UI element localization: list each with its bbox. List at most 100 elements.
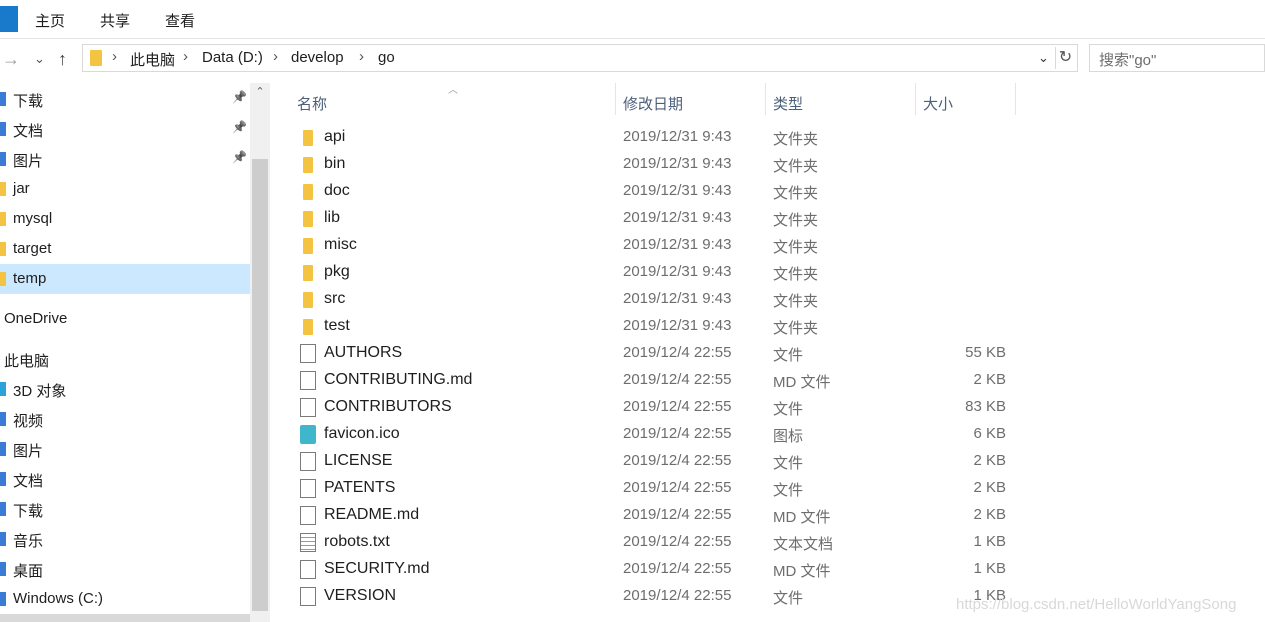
address-bar[interactable]: › 此电脑 › Data (D:) › develop › go ⌄ ↻ bbox=[82, 44, 1078, 72]
file-name: AUTHORS bbox=[324, 344, 403, 361]
sidebar-item-label: 图片 bbox=[13, 443, 44, 460]
sidebar-item[interactable]: 视频 bbox=[0, 404, 250, 434]
sidebar-item[interactable]: 3D 对象 bbox=[0, 374, 250, 404]
file-date: 2019/12/4 22:55 bbox=[623, 587, 732, 604]
sidebar-item[interactable]: mysql bbox=[0, 204, 250, 234]
sidebar-item[interactable]: 图片 bbox=[0, 434, 250, 464]
file-type: 文件 bbox=[773, 401, 804, 418]
file-date: 2019/12/31 9:43 bbox=[623, 182, 732, 199]
forward-arrow-icon[interactable]: → bbox=[2, 49, 20, 70]
column-divider[interactable] bbox=[1015, 83, 1016, 115]
file-type: 文件 bbox=[773, 455, 804, 472]
tab-share[interactable]: 共享 bbox=[100, 10, 130, 31]
file-row[interactable]: README.md 2019/12/4 22:55 MD 文件 2 KB bbox=[270, 502, 1265, 529]
sidebar-item[interactable]: jar bbox=[0, 174, 250, 204]
file-row[interactable]: LICENSE 2019/12/4 22:55 文件 2 KB bbox=[270, 448, 1265, 475]
file-size: 1 KB bbox=[973, 560, 1006, 577]
tab-home[interactable]: 主页 bbox=[35, 10, 65, 31]
breadcrumb-develop[interactable]: develop bbox=[291, 49, 344, 66]
tab-view[interactable]: 查看 bbox=[165, 10, 195, 31]
file-name: SECURITY.md bbox=[324, 560, 430, 577]
breadcrumb-this-pc[interactable]: 此电脑 bbox=[130, 49, 175, 70]
file-row[interactable]: doc 2019/12/31 9:43 文件夹 bbox=[270, 178, 1265, 205]
chevron-down-icon[interactable]: ⌄ bbox=[1038, 50, 1049, 66]
sidebar-item-label: Windows (C:) bbox=[13, 590, 104, 607]
search-input[interactable]: 搜索"go" bbox=[1089, 44, 1265, 72]
sidebar-item-label: 下载 bbox=[13, 93, 44, 110]
file-row[interactable]: pkg 2019/12/31 9:43 文件夹 bbox=[270, 259, 1265, 286]
file-size: 6 KB bbox=[973, 425, 1006, 442]
scrollbar-thumb[interactable] bbox=[252, 159, 268, 611]
up-arrow-icon[interactable]: ↑ bbox=[58, 49, 67, 70]
file-row[interactable]: AUTHORS 2019/12/4 22:55 文件 55 KB bbox=[270, 340, 1265, 367]
file-row[interactable]: PATENTS 2019/12/4 22:55 文件 2 KB bbox=[270, 475, 1265, 502]
desktop-icon bbox=[0, 562, 6, 576]
sidebar-item-label: mysql bbox=[13, 210, 53, 227]
sidebar-item[interactable]: 下载 📌 bbox=[0, 84, 250, 114]
download-icon bbox=[0, 502, 6, 516]
file-type: 文本文档 bbox=[773, 536, 834, 553]
file-row[interactable]: robots.txt 2019/12/4 22:55 文本文档 1 KB bbox=[270, 529, 1265, 556]
file-name: CONTRIBUTING.md bbox=[324, 371, 473, 388]
sidebar-scrollbar[interactable]: ⌃ bbox=[250, 83, 270, 622]
sidebar-item[interactable]: OneDrive bbox=[0, 304, 250, 334]
file-row[interactable]: test 2019/12/31 9:43 文件夹 bbox=[270, 313, 1265, 340]
file-row[interactable]: bin 2019/12/31 9:43 文件夹 bbox=[270, 151, 1265, 178]
sidebar-item[interactable]: 下载 bbox=[0, 494, 250, 524]
scroll-up-icon[interactable]: ⌃ bbox=[250, 85, 270, 103]
pin-icon[interactable]: 📌 bbox=[232, 90, 247, 104]
sidebar-item[interactable]: Windows (C:) bbox=[0, 584, 250, 614]
file-row[interactable]: CONTRIBUTORS 2019/12/4 22:55 文件 83 KB bbox=[270, 394, 1265, 421]
file-row[interactable]: SECURITY.md 2019/12/4 22:55 MD 文件 1 KB bbox=[270, 556, 1265, 583]
column-header-name[interactable]: 名称 bbox=[297, 93, 327, 114]
column-divider[interactable] bbox=[765, 83, 766, 115]
file-type: MD 文件 bbox=[773, 563, 831, 580]
folder-icon bbox=[303, 265, 313, 281]
refresh-icon[interactable]: ↻ bbox=[1055, 47, 1075, 69]
file-date: 2019/12/31 9:43 bbox=[623, 128, 732, 145]
file-type: 文件夹 bbox=[773, 239, 819, 256]
sidebar-item-label: 此电脑 bbox=[4, 353, 50, 370]
pin-icon[interactable]: 📌 bbox=[232, 120, 247, 134]
file-row[interactable]: lib 2019/12/31 9:43 文件夹 bbox=[270, 205, 1265, 232]
sidebar-item[interactable]: 文档 📌 bbox=[0, 114, 250, 144]
sidebar-item[interactable]: temp bbox=[0, 264, 250, 294]
column-header-size[interactable]: 大小 bbox=[923, 93, 953, 114]
file-icon bbox=[300, 344, 316, 363]
chevron-right-icon[interactable]: › bbox=[112, 48, 117, 65]
file-size: 83 KB bbox=[965, 398, 1006, 415]
file-row[interactable]: api 2019/12/31 9:43 文件夹 bbox=[270, 124, 1265, 151]
file-row[interactable]: misc 2019/12/31 9:43 文件夹 bbox=[270, 232, 1265, 259]
file-date: 2019/12/4 22:55 bbox=[623, 560, 732, 577]
file-row[interactable]: src 2019/12/31 9:43 文件夹 bbox=[270, 286, 1265, 313]
breadcrumb-data-drive[interactable]: Data (D:) bbox=[202, 49, 263, 66]
file-size: 1 KB bbox=[973, 533, 1006, 550]
column-header-type[interactable]: 类型 bbox=[773, 93, 803, 114]
sidebar-item[interactable]: 文档 bbox=[0, 464, 250, 494]
file-row[interactable]: favicon.ico 2019/12/4 22:55 图标 6 KB bbox=[270, 421, 1265, 448]
sidebar-item[interactable]: 图片 📌 bbox=[0, 144, 250, 174]
file-date: 2019/12/4 22:55 bbox=[623, 371, 732, 388]
column-header-date[interactable]: 修改日期 bbox=[623, 93, 683, 114]
file-type: 文件 bbox=[773, 482, 804, 499]
pin-icon[interactable]: 📌 bbox=[232, 150, 247, 164]
sidebar-item[interactable]: 音乐 bbox=[0, 524, 250, 554]
ribbon: 主页 共享 查看 bbox=[0, 0, 1265, 38]
music-icon bbox=[0, 532, 6, 546]
file-type: MD 文件 bbox=[773, 374, 831, 391]
chevron-right-icon[interactable]: › bbox=[359, 48, 364, 65]
column-divider[interactable] bbox=[615, 83, 616, 115]
chevron-right-icon[interactable]: › bbox=[183, 48, 188, 65]
file-tab[interactable] bbox=[0, 6, 18, 32]
breadcrumb-go[interactable]: go bbox=[378, 49, 395, 66]
sidebar-item[interactable]: 此电脑 bbox=[0, 344, 250, 374]
file-icon bbox=[300, 398, 316, 417]
column-divider[interactable] bbox=[915, 83, 916, 115]
watermark: https://blog.csdn.net/HelloWorldYangSong bbox=[956, 596, 1237, 613]
recent-locations-icon[interactable]: ⌄ bbox=[34, 51, 45, 67]
sidebar-item[interactable]: 桌面 bbox=[0, 554, 250, 584]
file-name: CONTRIBUTORS bbox=[324, 398, 452, 415]
sidebar-item[interactable]: target bbox=[0, 234, 250, 264]
file-row[interactable]: CONTRIBUTING.md 2019/12/4 22:55 MD 文件 2 KB bbox=[270, 367, 1265, 394]
chevron-right-icon[interactable]: › bbox=[273, 48, 278, 65]
